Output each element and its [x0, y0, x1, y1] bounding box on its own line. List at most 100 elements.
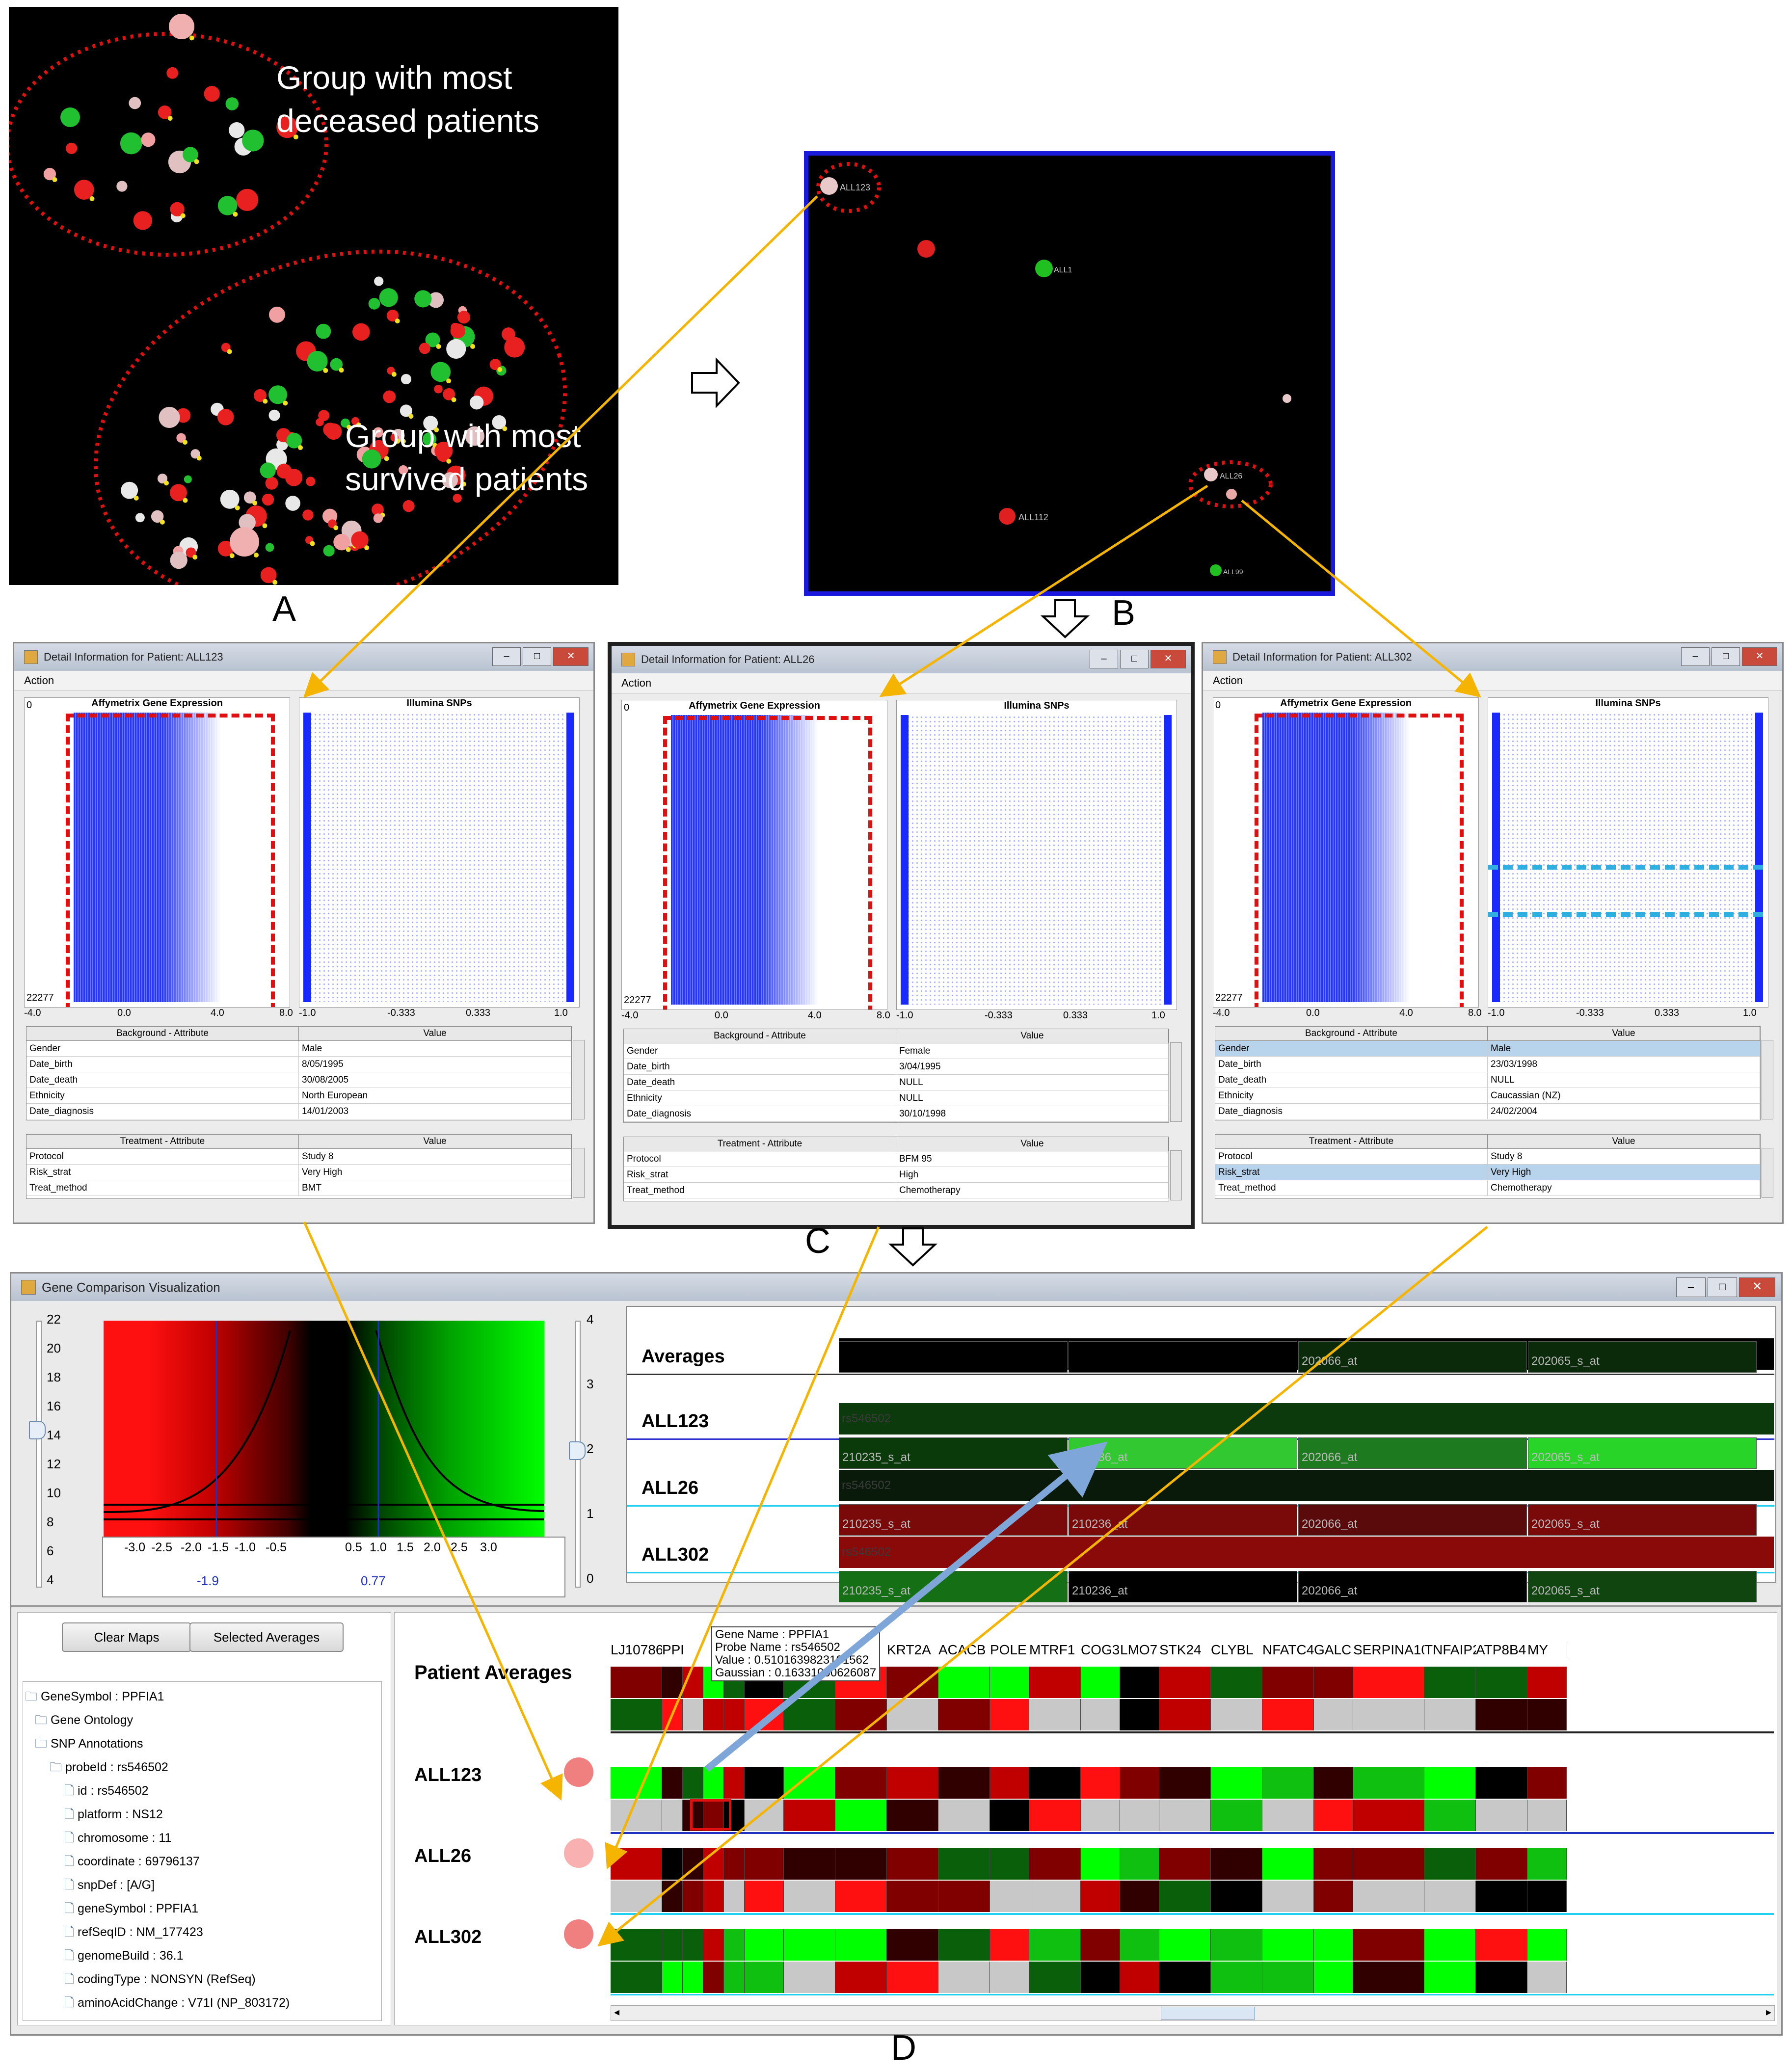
heatmap-row-label[interactable]: ALL123 — [414, 1765, 481, 1786]
heatmap-cell[interactable] — [745, 1699, 784, 1730]
heatmap-cell[interactable] — [887, 1848, 938, 1880]
heatmap-cell[interactable] — [1424, 1767, 1476, 1799]
heatmap-cell[interactable] — [1527, 1699, 1567, 1730]
heatmap-cell[interactable] — [938, 1667, 990, 1698]
table-row[interactable]: Risk_strat Very High — [27, 1165, 571, 1180]
table-header[interactable]: Value — [299, 1135, 571, 1148]
heatmap-cell[interactable] — [662, 1929, 683, 1961]
heatmap-cell[interactable] — [683, 1962, 703, 1993]
heatmap-cell[interactable] — [784, 1767, 835, 1799]
snp-plot[interactable]: Illumina SNPs — [896, 700, 1177, 1010]
table-row[interactable]: Date_diagnosis 24/02/2004 — [1215, 1104, 1760, 1119]
heatmap-cell[interactable] — [990, 1929, 1029, 1961]
heatmap-cell[interactable] — [887, 1767, 938, 1799]
heatmap-cell[interactable] — [1476, 1848, 1527, 1880]
heatmap-cell[interactable] — [1527, 1667, 1567, 1698]
heatmap-cell[interactable] — [1081, 1767, 1120, 1799]
tree-node[interactable]: 🗀 Gene Ontology — [25, 1708, 290, 1732]
close-button[interactable]: ✕ — [1150, 650, 1186, 668]
probe-cell[interactable]: 202065_s_at — [1528, 1571, 1757, 1602]
heatmap-cell[interactable] — [1120, 1699, 1159, 1730]
heatmap-cell[interactable] — [1353, 1800, 1424, 1831]
heatmap-cell[interactable] — [1262, 1848, 1314, 1880]
heatmap-cell[interactable] — [990, 1881, 1029, 1912]
scroll-right-icon[interactable]: ▸ — [1766, 2006, 1771, 2019]
gene-column-header[interactable]: LMO7 — [1120, 1642, 1160, 1658]
heatmap-cell[interactable] — [938, 1881, 990, 1912]
heatmap-cell[interactable] — [611, 1699, 662, 1730]
heatmap-cell[interactable] — [1120, 1962, 1159, 1993]
table-row[interactable]: Date_diagnosis 14/01/2003 — [27, 1104, 571, 1119]
heatmap-cell[interactable] — [887, 1929, 938, 1961]
snp-bar[interactable]: rs546502 — [839, 1470, 1774, 1501]
heatmap-cell[interactable] — [1353, 1848, 1424, 1880]
averages-row-label[interactable]: Averages — [642, 1346, 725, 1367]
gene-column-header[interactable]: ATP8B4 — [1476, 1642, 1528, 1658]
probe-cell[interactable] — [839, 1341, 1068, 1373]
heatmap-cell[interactable] — [662, 1699, 683, 1730]
tree-node[interactable]: 🗋 chromosome : 11 — [25, 1826, 290, 1850]
heatmap-cell[interactable] — [662, 1667, 683, 1698]
probe-cell[interactable]: 202066_at — [1298, 1437, 1527, 1469]
heatmap-cell[interactable] — [1120, 1929, 1159, 1961]
minimize-button[interactable]: ‒ — [1090, 650, 1118, 668]
heatmap-cell[interactable] — [724, 1881, 745, 1912]
heatmap-cell[interactable] — [662, 1800, 683, 1831]
annotation-tree[interactable]: 🗀 GeneSymbol : PPFIA1 🗀 Gene Ontology 🗀 SN… — [25, 1685, 290, 2015]
averages-row-label[interactable]: ALL26 — [642, 1478, 698, 1499]
tree-node[interactable]: 🗀 probeId : rs546502 — [25, 1755, 290, 1779]
table-row[interactable]: Ethnicity North European — [27, 1088, 571, 1104]
heatmap-cell[interactable] — [745, 1881, 784, 1912]
selection-box[interactable] — [663, 716, 872, 1009]
heatmap-cell[interactable] — [703, 1848, 724, 1880]
heatmap-cell[interactable] — [1527, 1929, 1567, 1961]
table-scrollbar[interactable] — [573, 1148, 585, 1198]
gene-column-header[interactable]: SERPINA10 — [1353, 1642, 1425, 1658]
heatmap-cell[interactable] — [938, 1767, 990, 1799]
heatmap-cell[interactable] — [1262, 1767, 1314, 1799]
heatmap-cell[interactable] — [1029, 1929, 1081, 1961]
heatmap-cell[interactable] — [611, 1767, 662, 1799]
heatmap-cell[interactable] — [703, 1767, 724, 1799]
heatmap-cell[interactable] — [1211, 1800, 1262, 1831]
heatmap-cell[interactable] — [1262, 1929, 1314, 1961]
gene-column-header[interactable]: STK24 — [1159, 1642, 1211, 1658]
heatmap-cell[interactable] — [1120, 1881, 1159, 1912]
gene-column-header[interactable]: MTRF1 — [1029, 1642, 1081, 1658]
snp-bar[interactable]: rs546502 — [839, 1537, 1774, 1568]
heatmap-cell[interactable] — [1262, 1699, 1314, 1730]
tree-node[interactable]: 🗋 platform : NS12 — [25, 1803, 290, 1826]
probe-cell[interactable]: 202065_s_at — [1528, 1504, 1757, 1536]
table-header[interactable]: Background - Attribute — [1215, 1027, 1488, 1040]
averages-row-label[interactable]: ALL302 — [642, 1544, 709, 1566]
heatmap-cell[interactable] — [1314, 1929, 1353, 1961]
treatment-table[interactable]: Treatment - Attribute Value Protocol Study … — [1215, 1134, 1761, 1199]
heatmap-cell[interactable] — [1081, 1881, 1120, 1912]
gene-expression-plot[interactable]: Affymetrix Gene Expression 0 22277 — [1213, 697, 1479, 1008]
probe-cell[interactable] — [1069, 1341, 1297, 1373]
table-row[interactable]: Treat_method BMT — [27, 1180, 571, 1196]
averages-row-label[interactable]: ALL123 — [642, 1411, 709, 1432]
table-header[interactable]: Background - Attribute — [27, 1027, 299, 1040]
heatmap-cell[interactable] — [1262, 1667, 1314, 1698]
minimize-button[interactable]: ‒ — [1676, 1277, 1706, 1297]
gene-expression-plot[interactable]: Affymetrix Gene Expression 0 22277 — [24, 697, 290, 1008]
background-table[interactable]: Background - Attribute Value Gender Female D… — [623, 1029, 1169, 1123]
gene-comparison-titlebar[interactable]: Gene Comparison Visualization — [11, 1274, 1781, 1301]
heatmap-cell[interactable] — [1081, 1962, 1120, 1993]
scroll-left-icon[interactable]: ◂ — [614, 2006, 619, 2019]
heatmap-cell[interactable] — [835, 1699, 887, 1730]
heatmap-cell[interactable] — [990, 1848, 1029, 1880]
selected-averages-button[interactable]: Selected Averages — [189, 1622, 344, 1652]
heatmap-cell[interactable] — [1527, 1800, 1567, 1831]
table-row[interactable]: Risk_strat High — [624, 1167, 1169, 1183]
heatmap-cell[interactable] — [1424, 1800, 1476, 1831]
heatmap-cell[interactable] — [683, 1848, 703, 1880]
table-row[interactable]: Protocol Study 8 — [27, 1149, 571, 1165]
table-row[interactable]: Date_birth 23/03/1998 — [1215, 1057, 1760, 1072]
heatmap-cell[interactable] — [683, 1881, 703, 1912]
heatmap-cell[interactable] — [1476, 1800, 1527, 1831]
heatmap-cell[interactable] — [1527, 1881, 1567, 1912]
probe-cell[interactable]: 210235_s_at — [839, 1437, 1068, 1469]
heatmap-cell[interactable] — [1424, 1881, 1476, 1912]
